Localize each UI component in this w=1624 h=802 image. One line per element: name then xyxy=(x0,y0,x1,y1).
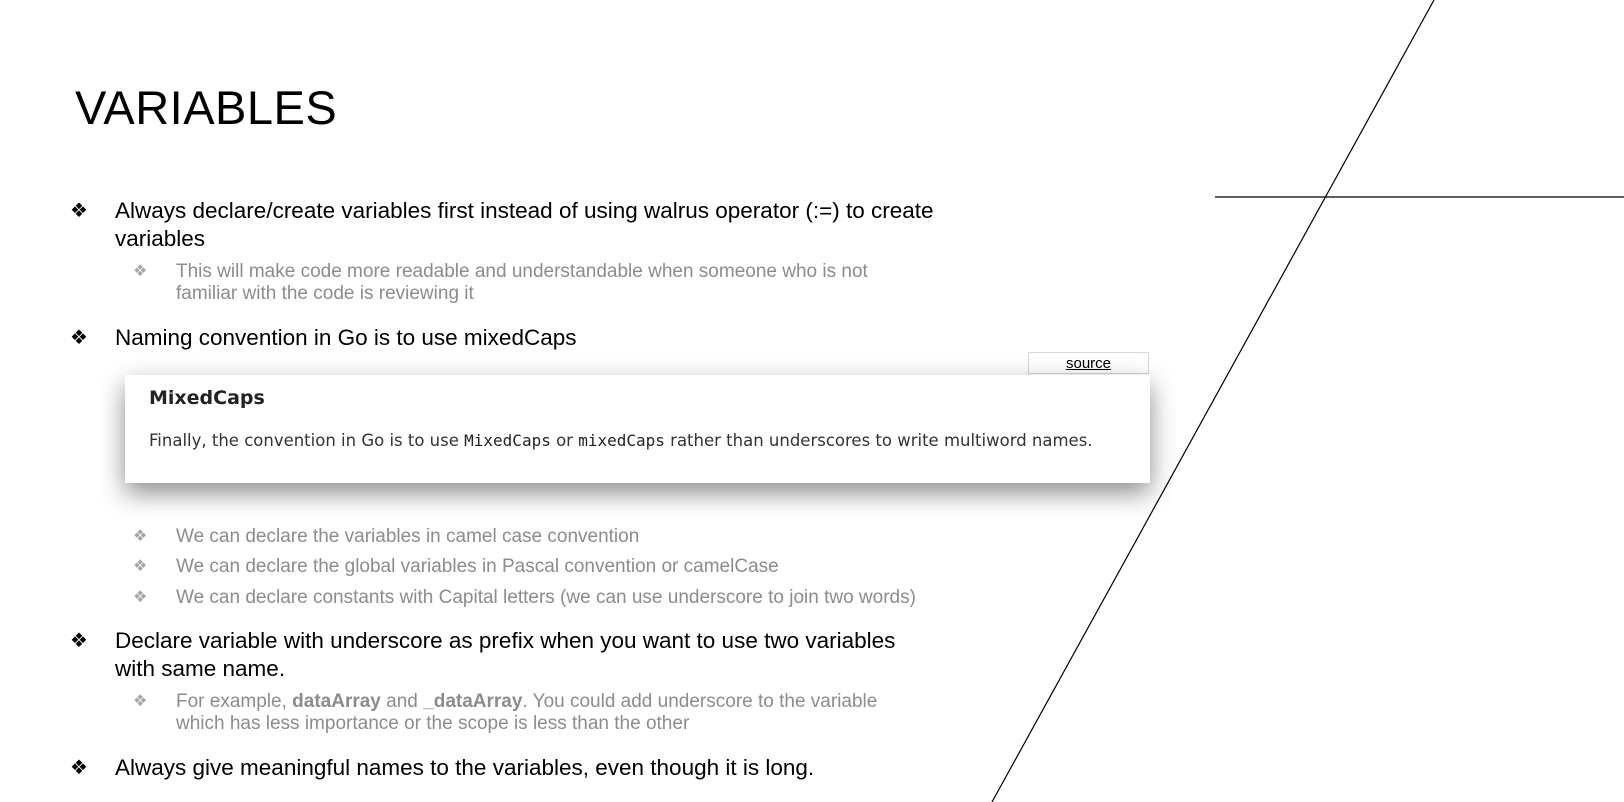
bullet-text: Always declare/create variables first in… xyxy=(115,198,934,251)
bullet-text: Naming convention in Go is to use mixedC… xyxy=(115,325,577,350)
mixedcaps-screenshot-card: MixedCaps Finally, the convention in Go … xyxy=(125,375,1150,483)
code-mixedcaps-lower: mixedCaps xyxy=(578,431,665,450)
card-title: MixedCaps xyxy=(149,387,265,409)
card-text: Finally, the convention in Go is to use … xyxy=(149,431,1093,450)
sub-bullet-text: We can declare the variables in camel ca… xyxy=(176,526,640,547)
sub-bullet-text: For example, dataArray and _dataArray. Y… xyxy=(176,691,878,734)
sub-bullet-icon: ❖ xyxy=(133,558,148,575)
sub-bullet-icon: ❖ xyxy=(133,589,148,606)
bullet-icon: ❖ xyxy=(70,200,88,222)
sub-bullet-text: This will make code more readable and un… xyxy=(176,261,868,304)
source-link[interactable]: source xyxy=(1028,352,1149,374)
bullet-text: Declare variable with underscore as pref… xyxy=(115,628,896,681)
bullet-icon: ❖ xyxy=(70,327,88,349)
bullet-icon: ❖ xyxy=(70,630,88,652)
sub-bullet-icon: ❖ xyxy=(133,263,148,280)
sub-bullet-icon: ❖ xyxy=(133,693,148,710)
sub-bullet-icon: ❖ xyxy=(133,528,148,545)
bullet-text: Always give meaningful names to the vari… xyxy=(115,755,815,780)
bold-underscore-dataarray: _dataArray xyxy=(423,691,523,712)
bullet-icon: ❖ xyxy=(70,757,88,779)
code-mixedcaps-upper: MixedCaps xyxy=(464,431,551,450)
bold-dataarray: dataArray xyxy=(292,691,381,712)
slide-title: VARIABLES xyxy=(75,81,338,134)
sub-bullet-text: We can declare constants with Capital le… xyxy=(176,587,916,608)
sub-bullet-text: We can declare the global variables in P… xyxy=(176,556,779,577)
